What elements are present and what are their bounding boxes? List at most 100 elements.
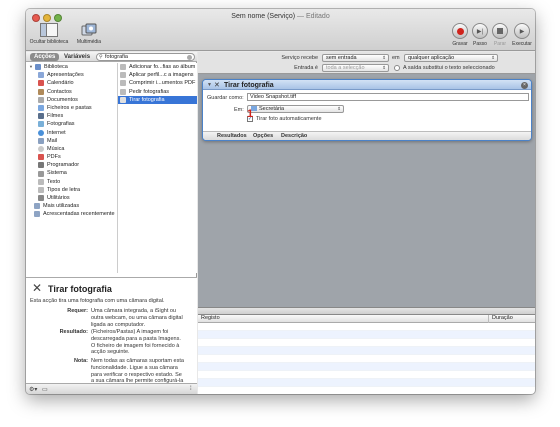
hide-library-button[interactable]: Ocultar biblioteca — [29, 23, 69, 45]
table-row — [198, 331, 535, 339]
disclosure-triangle-icon[interactable]: ▼ — [29, 63, 33, 71]
step-button[interactable]: ▶| Passo — [470, 23, 490, 47]
library-icon — [34, 64, 41, 71]
library-item[interactable]: Calendário — [26, 79, 117, 87]
library-item[interactable]: Tipos de letra — [26, 186, 117, 194]
popup-arrows-icon: ⇕ — [382, 55, 386, 60]
documents-icon — [38, 96, 44, 103]
service-input-popup[interactable]: sem entrada ⇕ — [322, 54, 389, 62]
popup-arrows-icon: ⇕ — [382, 65, 386, 70]
presentation-icon — [38, 72, 44, 79]
library-item[interactable]: Utilitários — [26, 194, 117, 202]
service-bar: Serviço recebe sem entrada ⇕ em qualquer … — [198, 52, 535, 74]
music-icon — [38, 145, 44, 152]
library-item[interactable]: Filmes — [26, 112, 117, 120]
folder-icon — [38, 105, 44, 112]
table-row — [198, 355, 535, 363]
popup-arrows-icon: ⇕ — [491, 55, 495, 60]
duration-column-header[interactable]: Duração — [488, 315, 513, 323]
library-item[interactable]: Música — [26, 145, 117, 153]
save-as-field[interactable]: Video Snapshot.tiff — [247, 93, 529, 101]
tab-variables[interactable]: Variáveis — [60, 53, 94, 61]
save-as-label: Guardar como: — [207, 95, 244, 101]
input-is-popup[interactable]: toda a selecção ⇕ — [322, 64, 389, 72]
library-item[interactable]: Fotografias — [26, 120, 117, 128]
action-item[interactable]: Adicionar fo...fias ao álbum — [118, 63, 197, 71]
action-icon — [120, 80, 126, 87]
library-item[interactable]: Texto — [26, 178, 117, 186]
library-list: ▼ Biblioteca Apresentações Calendário Co… — [26, 63, 118, 273]
calendar-icon — [38, 80, 44, 87]
library-item[interactable]: Internet — [26, 129, 117, 137]
media-icon — [81, 23, 97, 36]
search-input[interactable]: ⚲ fotografia — [96, 53, 195, 61]
action-description: ✕ Tirar fotografia Esta acção tira uma f… — [26, 277, 197, 391]
smart-folder-icon — [34, 211, 40, 218]
contacts-icon — [38, 88, 44, 95]
action-item[interactable]: Pedir fotografias — [118, 88, 197, 96]
collapse-triangle-icon[interactable]: ▼ — [207, 82, 212, 88]
log-column-header[interactable]: Registo — [201, 315, 220, 322]
split-view-divider[interactable] — [198, 307, 535, 314]
action-item[interactable]: Comprimir i...umentos PDF — [118, 79, 197, 87]
run-button[interactable]: ▶ Executar — [510, 23, 534, 47]
application-popup[interactable]: qualquer aplicação ⇕ — [404, 54, 498, 62]
action-item[interactable]: Aplicar perfil...c a imagens — [118, 71, 197, 79]
tab-options[interactable]: Opções — [253, 133, 273, 139]
library-item[interactable]: Ficheiros e pastas — [26, 104, 117, 112]
search-icon: ⚲ — [99, 54, 103, 60]
action-icon — [120, 72, 126, 79]
action-card-footer: Resultados Opções Descrição — [203, 131, 531, 140]
library-item[interactable]: Programador — [26, 161, 117, 169]
where-label: Em: — [234, 107, 244, 113]
tab-description[interactable]: Descrição — [281, 133, 307, 139]
camera-tools-icon — [120, 96, 126, 103]
stop-button[interactable]: Parar — [490, 23, 510, 47]
where-popup[interactable]: Secretária ⇕ — [247, 105, 344, 113]
run-icon: ▶ — [514, 23, 530, 39]
description-title: Tirar fotografia — [48, 284, 112, 294]
action-item-selected[interactable]: Tirar fotografia — [118, 95, 197, 104]
library-item[interactable]: Apresentações — [26, 71, 117, 79]
photos-icon — [38, 121, 44, 128]
fonts-icon — [38, 186, 44, 193]
table-row — [198, 347, 535, 355]
library-item[interactable]: Mail — [26, 137, 117, 145]
library-item[interactable]: PDFs — [26, 153, 117, 161]
media-button[interactable]: Multimédia — [74, 23, 104, 45]
table-row — [198, 323, 535, 331]
library-item[interactable]: Documentos — [26, 96, 117, 104]
tools-icon: ✕ — [214, 82, 220, 89]
mail-icon — [38, 137, 44, 144]
replace-text-label: A saída substitui o texto seleccionado — [403, 65, 495, 71]
most-used-item[interactable]: Mais utilizadas — [26, 202, 117, 210]
smart-folder-icon — [34, 203, 40, 210]
movies-icon — [38, 113, 44, 120]
library-item[interactable]: Sistema — [26, 169, 117, 177]
action-icon — [120, 88, 126, 95]
pdf-icon — [38, 154, 44, 161]
library-header: Acções Variáveis ⚲ fotografia — [26, 52, 197, 62]
input-is-label: Entrada é — [294, 65, 318, 71]
action-card-header[interactable]: ▼ ✕ Tirar fotografia × — [203, 80, 531, 90]
in-label: em — [392, 55, 400, 61]
table-row — [198, 379, 535, 387]
popup-arrows-icon: ⇕ — [337, 106, 341, 111]
clear-search-icon[interactable] — [187, 55, 192, 60]
tab-actions[interactable]: Acções — [30, 53, 60, 61]
remove-action-icon[interactable]: × — [521, 81, 528, 89]
show-description-icon[interactable]: ▭ — [42, 386, 48, 393]
resize-handle-icon[interactable]: ⁞ — [190, 386, 192, 392]
tab-results[interactable]: Resultados — [217, 133, 247, 139]
replace-text-checkbox[interactable] — [394, 65, 400, 71]
recently-added-item[interactable]: Acrescentadas recentemente — [26, 210, 117, 218]
utilities-icon — [38, 195, 44, 202]
internet-icon — [38, 129, 44, 136]
text-icon — [38, 178, 44, 185]
auto-photo-label: Tirar foto automaticamente — [256, 116, 322, 122]
record-button[interactable]: Gravar — [450, 23, 470, 47]
library-item-root[interactable]: ▼ Biblioteca — [26, 63, 117, 71]
library-item[interactable]: Contactos — [26, 88, 117, 96]
annotation-badge: 1 — [247, 108, 254, 120]
gear-menu-icon[interactable]: ⚙▾ — [29, 386, 37, 393]
